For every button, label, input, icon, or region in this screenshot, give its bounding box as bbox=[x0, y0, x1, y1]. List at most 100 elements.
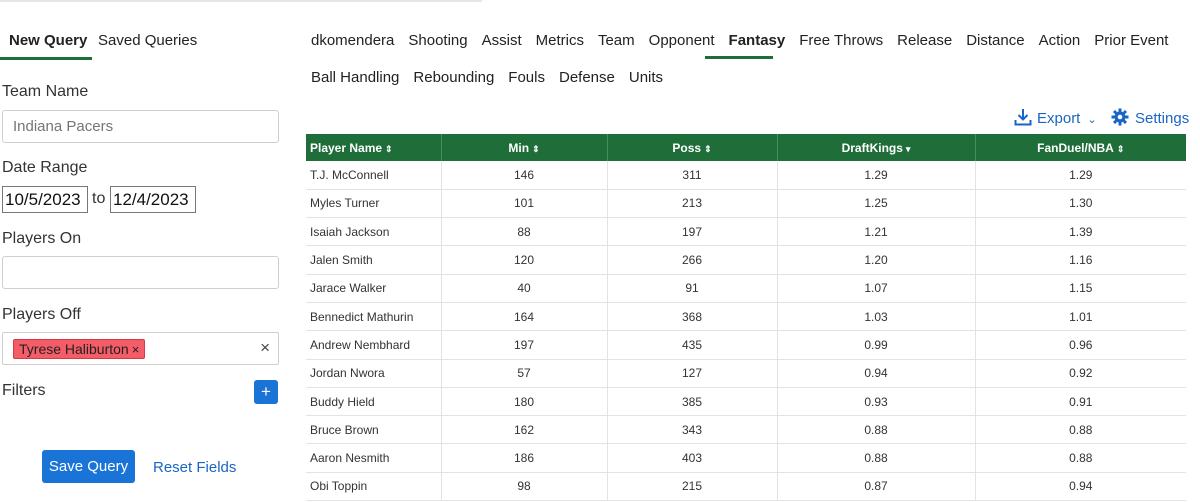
export-button[interactable]: Export ⌄ bbox=[1014, 108, 1097, 127]
stat-cell: 57 bbox=[441, 359, 608, 388]
stat-cell: 98 bbox=[441, 472, 608, 502]
stat-cell: 1.39 bbox=[975, 217, 1186, 247]
player-name-cell: Obi Toppin bbox=[306, 472, 442, 502]
category-tabs-row-2: Ball Handling Rebounding Fouls Defense Units bbox=[311, 69, 677, 93]
tab-free-throws[interactable]: Free Throws bbox=[799, 32, 883, 49]
query-panel: New Query Saved Queries Team Name Date R… bbox=[0, 0, 290, 502]
query-tabs: New Query Saved Queries bbox=[0, 30, 290, 60]
player-name-cell: Aaron Nesmith bbox=[306, 443, 442, 473]
tab-units[interactable]: Units bbox=[629, 69, 663, 86]
tab-team[interactable]: Team bbox=[598, 32, 635, 49]
stat-cell: 1.29 bbox=[975, 161, 1186, 190]
tab-assist[interactable]: Assist bbox=[482, 32, 522, 49]
stat-cell: 215 bbox=[607, 472, 778, 502]
stat-cell: 0.99 bbox=[777, 330, 976, 360]
stat-cell: 186 bbox=[441, 443, 608, 473]
player-name-cell: Isaiah Jackson bbox=[306, 217, 442, 247]
table-row: Obi Toppin 98 215 0.87 0.94 bbox=[306, 472, 1186, 502]
stat-cell: 0.93 bbox=[777, 387, 976, 417]
players-off-select[interactable]: Tyrese Haliburton × × bbox=[2, 332, 279, 365]
stat-cell: 403 bbox=[607, 443, 778, 473]
tab-prior-event[interactable]: Prior Event bbox=[1094, 32, 1168, 49]
tab-action[interactable]: Action bbox=[1039, 32, 1081, 49]
tab-defense[interactable]: Defense bbox=[559, 69, 615, 86]
settings-button[interactable]: Settings bbox=[1111, 108, 1189, 127]
add-filter-button[interactable]: + bbox=[254, 380, 278, 404]
table-row: Jarace Walker 40 91 1.07 1.15 bbox=[306, 274, 1186, 303]
column-header-draftkings[interactable]: DraftKings ▾ bbox=[777, 134, 976, 161]
tab-distance[interactable]: Distance bbox=[966, 32, 1024, 49]
table-row: Aaron Nesmith 186 403 0.88 0.88 bbox=[306, 443, 1186, 473]
tab-rebounding[interactable]: Rebounding bbox=[413, 69, 494, 86]
fantasy-stats-table: Player Name ⇕ Min ⇕ Poss ⇕ DraftKings ▾ FanD… bbox=[306, 134, 1186, 502]
chip-remove-icon[interactable]: × bbox=[132, 342, 140, 357]
save-query-button[interactable]: Save Query bbox=[42, 450, 135, 483]
player-name-cell: Andrew Nembhard bbox=[306, 330, 442, 360]
tab-metrics[interactable]: Metrics bbox=[536, 32, 584, 49]
players-off-label: Players Off bbox=[2, 306, 81, 323]
stat-cell: 180 bbox=[441, 387, 608, 417]
tab-fouls[interactable]: Fouls bbox=[508, 69, 545, 86]
team-name-label: Team Name bbox=[2, 83, 89, 100]
stat-cell: 0.87 bbox=[777, 472, 976, 502]
stat-cell: 162 bbox=[441, 415, 608, 445]
tab-fantasy[interactable]: Fantasy bbox=[729, 32, 786, 49]
sort-icon: ⇕ bbox=[704, 143, 712, 154]
player-name-cell: Buddy Hield bbox=[306, 387, 442, 417]
player-name-cell: Jalen Smith bbox=[306, 245, 442, 275]
column-header-poss[interactable]: Poss ⇕ bbox=[607, 134, 778, 161]
stat-cell: 120 bbox=[441, 245, 608, 275]
stat-cell: 1.21 bbox=[777, 217, 976, 247]
stat-cell: 1.25 bbox=[777, 189, 976, 219]
end-date-input[interactable] bbox=[110, 186, 196, 213]
sort-icon: ⇕ bbox=[385, 143, 393, 154]
stat-cell: 101 bbox=[441, 189, 608, 219]
export-label: Export bbox=[1037, 110, 1081, 127]
sort-icon: ⇕ bbox=[532, 143, 540, 154]
tab-release[interactable]: Release bbox=[897, 32, 952, 49]
column-label: FanDuel/NBA bbox=[1037, 140, 1114, 155]
clear-selection-icon[interactable]: × bbox=[260, 338, 270, 358]
start-date-input[interactable] bbox=[2, 186, 88, 213]
stat-cell: 127 bbox=[607, 359, 778, 388]
stat-cell: 164 bbox=[441, 302, 608, 332]
player-name-cell: Myles Turner bbox=[306, 189, 442, 219]
table-row: T.J. McConnell 146 311 1.29 1.29 bbox=[306, 161, 1186, 190]
stat-cell: 435 bbox=[607, 330, 778, 360]
column-header-fanduel-nba[interactable]: FanDuel/NBA ⇕ bbox=[975, 134, 1186, 161]
column-header-min[interactable]: Min ⇕ bbox=[441, 134, 608, 161]
tab-ball-handling[interactable]: Ball Handling bbox=[311, 69, 399, 86]
column-label: Player Name bbox=[310, 140, 383, 155]
date-range-separator: to bbox=[92, 190, 106, 207]
stat-cell: 343 bbox=[607, 415, 778, 445]
table-row: Buddy Hield 180 385 0.93 0.91 bbox=[306, 387, 1186, 417]
stat-cell: 368 bbox=[607, 302, 778, 332]
table-row: Andrew Nembhard 197 435 0.99 0.96 bbox=[306, 330, 1186, 360]
tab-shooting[interactable]: Shooting bbox=[408, 32, 467, 49]
stat-cell: 0.88 bbox=[777, 443, 976, 473]
category-tabs-row-1: dkomendera Shooting Assist Metrics Team Oppon… bbox=[311, 32, 1182, 56]
tab-saved-queries[interactable]: Saved Queries bbox=[98, 30, 197, 60]
players-on-input[interactable] bbox=[2, 256, 279, 289]
tab-new-query[interactable]: New Query bbox=[0, 30, 92, 60]
tab-opponent[interactable]: Opponent bbox=[649, 32, 715, 49]
table-row: Bruce Brown 162 343 0.88 0.88 bbox=[306, 415, 1186, 445]
stat-cell: 0.94 bbox=[975, 472, 1186, 502]
column-header-player-name[interactable]: Player Name ⇕ bbox=[306, 134, 442, 161]
stat-cell: 1.30 bbox=[975, 189, 1186, 219]
stat-cell: 1.07 bbox=[777, 274, 976, 303]
team-name-input[interactable] bbox=[2, 110, 279, 143]
stat-cell: 1.03 bbox=[777, 302, 976, 332]
column-label: Poss bbox=[672, 140, 702, 155]
player-name-cell: Jordan Nwora bbox=[306, 359, 442, 388]
stat-cell: 0.92 bbox=[975, 359, 1186, 388]
stat-cell: 0.94 bbox=[777, 359, 976, 388]
stat-cell: 197 bbox=[441, 330, 608, 360]
reset-fields-link[interactable]: Reset Fields bbox=[153, 459, 236, 476]
stat-cell: 311 bbox=[607, 161, 778, 190]
stat-cell: 1.01 bbox=[975, 302, 1186, 332]
stat-cell: 0.88 bbox=[777, 415, 976, 445]
stat-cell: 266 bbox=[607, 245, 778, 275]
tab-dkomendera[interactable]: dkomendera bbox=[311, 32, 394, 49]
table-row: Isaiah Jackson 88 197 1.21 1.39 bbox=[306, 217, 1186, 247]
